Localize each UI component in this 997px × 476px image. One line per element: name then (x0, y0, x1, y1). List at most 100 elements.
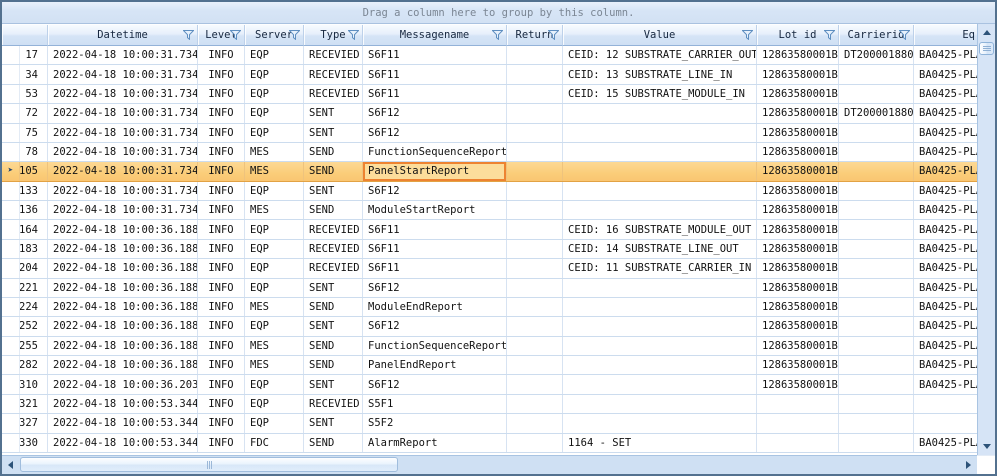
cell-datetime[interactable]: 2022-04-18 10:00:36.188 (48, 259, 198, 277)
column-header-level[interactable]: Level (198, 25, 245, 46)
table-row[interactable]: 3272022-04-18 10:00:53.344INFOEQPSENTS5F… (2, 414, 977, 433)
row-indicator[interactable] (2, 240, 20, 258)
row-indicator[interactable] (2, 298, 20, 316)
cell-datetime[interactable]: 2022-04-18 10:00:31.734 (48, 201, 198, 219)
cell-return[interactable] (507, 143, 563, 161)
cell-datetime[interactable]: 2022-04-18 10:00:36.188 (48, 279, 198, 297)
scroll-down-button[interactable] (978, 438, 995, 455)
cell-carrierid[interactable] (839, 337, 914, 355)
cell-server[interactable]: MES (245, 143, 304, 161)
cell-row-number[interactable]: 133 (20, 182, 48, 200)
cell-return[interactable] (507, 46, 563, 64)
filter-icon[interactable] (230, 30, 241, 40)
cell-lotid[interactable] (757, 414, 839, 432)
scroll-up-button[interactable] (978, 24, 995, 41)
cell-level[interactable]: INFO (198, 240, 245, 258)
cell-carrierid[interactable] (839, 414, 914, 432)
cell-eq[interactable] (914, 414, 977, 432)
cell-return[interactable] (507, 124, 563, 142)
cell-value[interactable]: CEID: 12 SUBSTRATE_CARRIER_OUT (563, 46, 757, 64)
cell-messagename[interactable]: AlarmReport (363, 434, 507, 452)
cell-row-number[interactable]: 72 (20, 104, 48, 122)
cell-carrierid[interactable] (839, 259, 914, 277)
table-row[interactable]: 2212022-04-18 10:00:36.188INFOEQPSENTS6F… (2, 279, 977, 298)
cell-datetime[interactable]: 2022-04-18 10:00:36.188 (48, 317, 198, 335)
cell-datetime[interactable]: 2022-04-18 10:00:31.734 (48, 162, 198, 180)
cell-server[interactable]: EQP (245, 375, 304, 393)
cell-type[interactable]: RECEVIED (304, 65, 363, 83)
cell-level[interactable]: INFO (198, 414, 245, 432)
cell-datetime[interactable]: 2022-04-18 10:00:36.188 (48, 337, 198, 355)
row-indicator[interactable] (2, 220, 20, 238)
cell-return[interactable] (507, 65, 563, 83)
row-indicator[interactable] (2, 414, 20, 432)
horizontal-scrollbar-thumb[interactable] (20, 457, 398, 472)
cell-lotid[interactable]: 12863580001B (757, 240, 839, 258)
table-row[interactable]: 2042022-04-18 10:00:36.188INFOEQPRECEVIE… (2, 259, 977, 278)
cell-carrierid[interactable] (839, 220, 914, 238)
table-row[interactable]: 2552022-04-18 10:00:36.188INFOMESSENDFun… (2, 337, 977, 356)
cell-eq[interactable]: BA0425-PLA (914, 298, 977, 316)
cell-value[interactable]: 1164 - SET (563, 434, 757, 452)
cell-messagename[interactable]: S6F11 (363, 220, 507, 238)
cell-type[interactable]: SENT (304, 182, 363, 200)
cell-eq[interactable]: BA0425-PLA (914, 201, 977, 219)
cell-carrierid[interactable] (839, 65, 914, 83)
cell-carrierid[interactable] (839, 85, 914, 103)
cell-messagename[interactable]: S6F11 (363, 85, 507, 103)
cell-type[interactable]: RECEVIED (304, 259, 363, 277)
cell-level[interactable]: INFO (198, 279, 245, 297)
column-header-lotid[interactable]: Lot id (757, 25, 839, 46)
cell-row-number[interactable]: 310 (20, 375, 48, 393)
cell-type[interactable]: SENT (304, 124, 363, 142)
cell-lotid[interactable]: 12863580001B (757, 201, 839, 219)
table-row[interactable]: 3212022-04-18 10:00:53.344INFOEQPRECEVIE… (2, 395, 977, 414)
cell-type[interactable]: SEND (304, 434, 363, 452)
cell-datetime[interactable]: 2022-04-18 10:00:31.734 (48, 124, 198, 142)
cell-server[interactable]: MES (245, 298, 304, 316)
cell-level[interactable]: INFO (198, 124, 245, 142)
cell-eq[interactable]: BA0425-PLA (914, 85, 977, 103)
cell-return[interactable] (507, 317, 563, 335)
cell-return[interactable] (507, 395, 563, 413)
table-row[interactable]: 2242022-04-18 10:00:36.188INFOMESSENDMod… (2, 298, 977, 317)
cell-messagename[interactable]: PanelEndReport (363, 356, 507, 374)
cell-messagename[interactable]: FunctionSequenceReport (363, 143, 507, 161)
cell-row-number[interactable]: 252 (20, 317, 48, 335)
cell-messagename[interactable]: S6F12 (363, 317, 507, 335)
cell-row-number[interactable]: 224 (20, 298, 48, 316)
cell-row-number[interactable]: 327 (20, 414, 48, 432)
cell-level[interactable]: INFO (198, 85, 245, 103)
column-header-server[interactable]: Server (245, 25, 304, 46)
row-indicator[interactable] (2, 104, 20, 122)
horizontal-scrollbar[interactable] (2, 455, 977, 474)
cell-value[interactable] (563, 337, 757, 355)
cell-row-number[interactable]: 330 (20, 434, 48, 452)
cell-return[interactable] (507, 162, 563, 180)
row-indicator[interactable] (2, 375, 20, 393)
cell-datetime[interactable]: 2022-04-18 10:00:53.344 (48, 414, 198, 432)
cell-return[interactable] (507, 104, 563, 122)
cell-value[interactable] (563, 182, 757, 200)
cell-datetime[interactable]: 2022-04-18 10:00:31.734 (48, 85, 198, 103)
cell-messagename[interactable]: S6F12 (363, 279, 507, 297)
cell-row-number[interactable]: 53 (20, 85, 48, 103)
column-header-messagename[interactable]: Messagename (363, 25, 507, 46)
cell-level[interactable]: INFO (198, 65, 245, 83)
scroll-right-button[interactable] (960, 456, 977, 474)
cell-eq[interactable]: BA0425-PLA (914, 182, 977, 200)
cell-level[interactable]: INFO (198, 104, 245, 122)
cell-lotid[interactable] (757, 434, 839, 452)
table-row[interactable]: 342022-04-18 10:00:31.734INFOEQPRECEVIED… (2, 65, 977, 84)
cell-lotid[interactable]: 12863580001B (757, 279, 839, 297)
filter-icon[interactable] (492, 30, 503, 40)
cell-value[interactable] (563, 201, 757, 219)
row-indicator[interactable] (2, 182, 20, 200)
cell-eq[interactable]: BA0425-PLA (914, 375, 977, 393)
cell-lotid[interactable]: 12863580001B (757, 317, 839, 335)
cell-type[interactable]: SENT (304, 414, 363, 432)
cell-datetime[interactable]: 2022-04-18 10:00:36.188 (48, 220, 198, 238)
cell-carrierid[interactable] (839, 143, 914, 161)
cell-server[interactable]: MES (245, 337, 304, 355)
table-row[interactable]: 1832022-04-18 10:00:36.188INFOEQPRECEVIE… (2, 240, 977, 259)
